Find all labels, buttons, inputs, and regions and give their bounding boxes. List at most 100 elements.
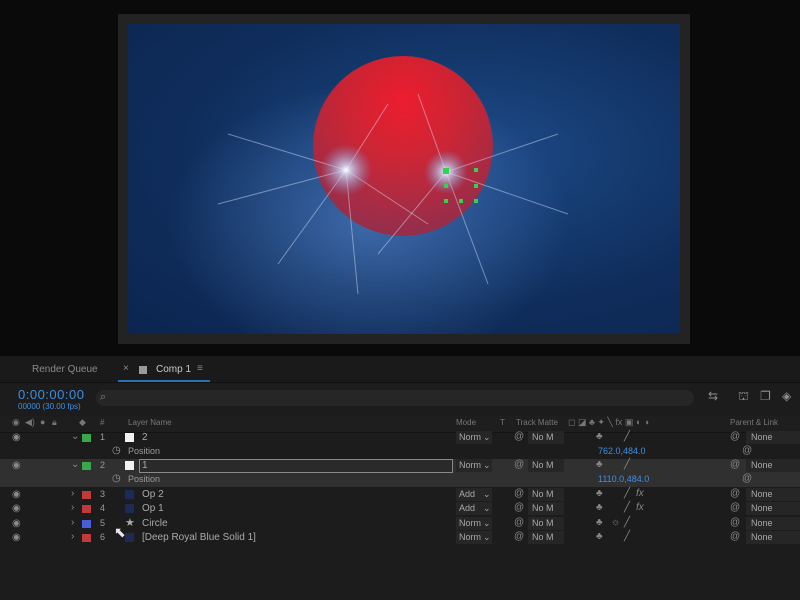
eye-icon[interactable]: ◉ (12, 503, 21, 514)
layer-number: 1 (100, 432, 106, 442)
quality-switch-icon[interactable]: ╱ (624, 459, 630, 470)
spiral-icon[interactable]: @ (514, 502, 524, 513)
collapse-switch-icon[interactable]: ☼ (611, 517, 620, 528)
eye-icon[interactable]: ◉ (12, 460, 21, 471)
layer-name[interactable]: Circle (142, 518, 168, 529)
layer-search-input[interactable] (96, 390, 694, 406)
stopwatch-icon[interactable]: ◷ (112, 445, 121, 456)
layer-row-1[interactable]: ◉ ⌄ 1 2 Norm ⌄ @ No M ♣ ╱ @ None (0, 431, 800, 445)
chevron-right-icon[interactable]: › (71, 502, 74, 513)
quality-switch-icon[interactable]: ╱ (624, 488, 630, 499)
spiral-icon[interactable]: @ (730, 431, 740, 442)
eye-icon[interactable]: ◉ (12, 417, 20, 428)
solid-layer-icon (125, 533, 134, 542)
chevron-down-icon[interactable]: ⌄ (71, 459, 79, 470)
layer-name[interactable]: 2 (142, 432, 148, 443)
spiral-icon[interactable]: @ (742, 445, 752, 456)
fx-icon[interactable]: fx (636, 502, 644, 513)
spiral-icon[interactable]: @ (742, 473, 752, 484)
spiral-icon[interactable]: @ (730, 531, 740, 542)
shy-switch-icon[interactable]: ♣ (596, 431, 603, 442)
property-row-position-1[interactable]: ◷ Position 762.0,484.0 @ (0, 445, 800, 459)
eye-icon[interactable]: ◉ (12, 432, 21, 443)
spiral-icon[interactable]: @ (730, 517, 740, 528)
label-color-swatch[interactable] (82, 534, 91, 542)
spiral-icon[interactable]: @ (730, 488, 740, 499)
quality-switch-icon[interactable]: ╱ (624, 517, 630, 528)
stopwatch-icon[interactable]: ◷ (112, 473, 121, 484)
tab-menu-icon[interactable]: ≡ (197, 363, 203, 374)
frame-blending-icon[interactable]: ❐ (760, 389, 771, 403)
label-color-swatch[interactable] (82, 491, 91, 499)
layer-name[interactable]: Op 1 (142, 503, 164, 514)
solid-layer-icon (125, 490, 134, 499)
layer-number: 4 (100, 503, 106, 513)
track-matte-header: Track Matte (516, 418, 558, 427)
eye-icon[interactable]: ◉ (12, 518, 21, 529)
motion-blur-icon[interactable]: ◈ (782, 389, 791, 403)
chevron-right-icon[interactable]: › (71, 488, 74, 499)
layer-name[interactable]: [Deep Royal Blue Solid 1] (142, 532, 256, 543)
track-matte-value: No M (532, 532, 554, 542)
shy-switch-icon[interactable]: ♣ (596, 459, 603, 470)
eye-icon[interactable]: ◉ (12, 489, 21, 500)
label-color-swatch[interactable] (82, 520, 91, 528)
position-value[interactable]: 762.0,484.0 (598, 446, 646, 456)
track-matte-value: No M (532, 518, 554, 528)
current-time-display[interactable]: 0:00:00:00 (18, 387, 84, 402)
mode-value: Norm (459, 460, 481, 470)
chevron-down-icon: ⌄ (483, 532, 491, 542)
layer-name-header[interactable]: Layer Name (128, 418, 172, 427)
layer-name[interactable]: 1 (142, 460, 148, 471)
fx-icon[interactable]: fx (636, 488, 644, 499)
quality-switch-icon[interactable]: ╱ (624, 531, 630, 542)
tab-render-queue[interactable]: Render Queue (32, 364, 98, 375)
layer-row-2[interactable]: ◉ ⌄ 2 1 Norm ⌄ @ No M ♣ ╱ @ None (0, 459, 800, 473)
layer-row-4[interactable]: ◉ › 4 Op 1 Add ⌄ @ No M ♣ ╱ fx @ None (0, 502, 800, 516)
layer-name[interactable]: Op 2 (142, 489, 164, 500)
chevron-right-icon[interactable]: › (71, 531, 74, 542)
tab-close-icon[interactable]: × (123, 363, 129, 374)
composition-viewer[interactable] (118, 14, 690, 344)
eye-icon[interactable]: ◉ (12, 532, 21, 543)
chevron-down-icon[interactable]: ⌄ (71, 431, 79, 442)
quality-switch-icon[interactable]: ╱ (624, 502, 630, 513)
spiral-icon[interactable]: @ (514, 431, 524, 442)
position-value[interactable]: 1110.0,484.0 (598, 474, 649, 484)
composition-canvas[interactable] (128, 24, 680, 334)
parent-value: None (751, 503, 773, 513)
track-matte-value: No M (532, 503, 554, 513)
label-icon[interactable]: ◆ (79, 417, 86, 428)
null-layer-icon (125, 433, 134, 442)
tab-comp-1[interactable]: Comp 1 (156, 364, 191, 375)
chevron-down-icon: ⌄ (483, 518, 491, 528)
spiral-icon[interactable]: @ (514, 531, 524, 542)
layer-row-3[interactable]: ◉ › 3 Op 2 Add ⌄ @ No M ♣ ╱ fx @ None (0, 488, 800, 502)
spiral-icon[interactable]: @ (514, 488, 524, 499)
composition-mini-flowchart-icon[interactable]: ⇆ (708, 389, 718, 403)
audio-icon[interactable]: ◀) (25, 417, 35, 428)
property-row-position-2[interactable]: ◷ Position 1110.0,484.0 @ (0, 473, 800, 487)
layer-number: 2 (100, 460, 106, 470)
quality-switch-icon[interactable]: ╱ (624, 431, 630, 442)
spiral-icon[interactable]: @ (514, 459, 524, 470)
t-header: T (500, 418, 505, 427)
property-name: Position (128, 474, 161, 484)
label-color-swatch[interactable] (82, 434, 91, 442)
lock-icon[interactable]: 🔒︎ (52, 417, 57, 428)
draft-3d-icon[interactable]: ⛫ (738, 389, 749, 405)
layer-name-edit-field[interactable] (139, 459, 453, 473)
mode-value: Norm (459, 432, 481, 442)
label-color-swatch[interactable] (82, 505, 91, 513)
shy-switch-icon[interactable]: ♣ (596, 502, 603, 513)
chevron-right-icon[interactable]: › (71, 517, 74, 528)
shy-switch-icon[interactable]: ♣ (596, 488, 603, 499)
shy-switch-icon[interactable]: ♣ (596, 531, 603, 542)
chevron-down-icon: ⌄ (483, 460, 491, 470)
spiral-icon[interactable]: @ (514, 517, 524, 528)
spiral-icon[interactable]: @ (730, 459, 740, 470)
spiral-icon[interactable]: @ (730, 502, 740, 513)
solo-icon[interactable]: ● (40, 417, 45, 427)
shy-switch-icon[interactable]: ♣ (596, 517, 603, 528)
label-color-swatch[interactable] (82, 462, 91, 470)
